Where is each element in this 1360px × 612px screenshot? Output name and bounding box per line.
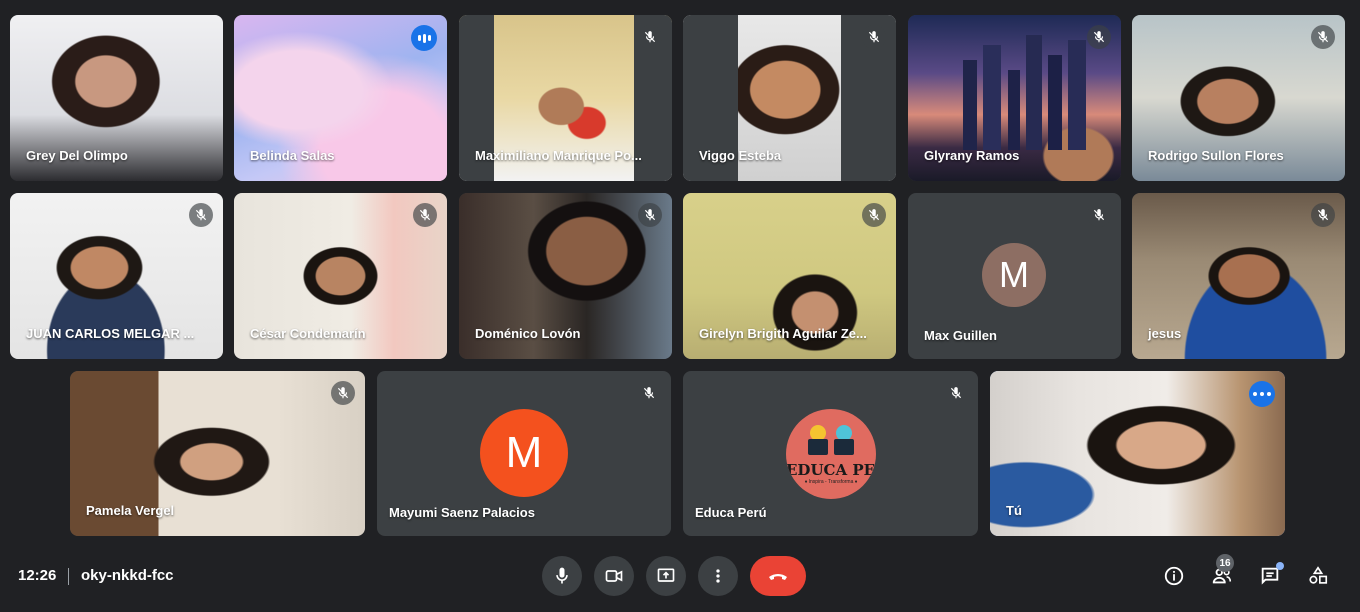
participant-name: Grey Del Olimpo bbox=[26, 148, 128, 163]
mic-icon bbox=[556, 567, 568, 584]
participant-tile-educa-peru[interactable]: EDUCA PERÚ ♦ Inspira - Transforma ♦ Educ… bbox=[683, 371, 978, 536]
participant-video bbox=[990, 371, 1285, 536]
educa-peru-logo: EDUCA PERÚ ♦ Inspira - Transforma ♦ bbox=[786, 409, 876, 499]
participant-name: Max Guillen bbox=[924, 328, 997, 343]
participant-tile-mayumi-saenz[interactable]: M Mayumi Saenz Palacios bbox=[377, 371, 671, 536]
participant-name: César Condemarín bbox=[250, 326, 366, 341]
logo-subtext: ♦ Inspira - Transforma ♦ bbox=[804, 479, 858, 485]
mic-button[interactable] bbox=[542, 556, 582, 596]
meeting-details-button[interactable] bbox=[1160, 562, 1188, 590]
chat-button[interactable] bbox=[1256, 562, 1284, 590]
participant-name: JUAN CARLOS MELGAR ... bbox=[26, 326, 195, 341]
more-vertical-icon bbox=[716, 569, 720, 583]
participant-tile-maximiliano[interactable]: Maximiliano Manrique Po... bbox=[459, 15, 672, 181]
mic-muted-icon bbox=[638, 203, 662, 227]
end-call-icon bbox=[769, 574, 787, 580]
mic-muted-icon bbox=[944, 381, 968, 405]
participant-tile-grey-del-olimpo[interactable]: Grey Del Olimpo bbox=[10, 15, 223, 181]
clock: 12:26 bbox=[18, 567, 57, 584]
mic-muted-icon bbox=[413, 203, 437, 227]
present-screen-icon bbox=[657, 568, 675, 582]
camera-button[interactable] bbox=[594, 556, 634, 596]
mic-muted-icon bbox=[862, 25, 886, 49]
participant-tile-girelyn-aguilar[interactable]: Girelyn Brigith Aguilar Ze... bbox=[683, 193, 896, 359]
present-button[interactable] bbox=[646, 556, 686, 596]
participant-tile-glyrany-ramos[interactable]: Glyrany Ramos bbox=[908, 15, 1121, 181]
participant-tile-rodrigo-sullon[interactable]: Rodrigo Sullon Flores bbox=[1132, 15, 1345, 181]
participant-tile-belinda-salas[interactable]: Belinda Salas bbox=[234, 15, 447, 181]
participant-tile-juan-carlos-melgar[interactable]: JUAN CARLOS MELGAR ... bbox=[10, 193, 223, 359]
participant-name: Viggo Esteba bbox=[699, 148, 782, 163]
mic-muted-icon bbox=[1311, 203, 1335, 227]
mic-muted-icon bbox=[638, 25, 662, 49]
participant-name: Glyrany Ramos bbox=[924, 148, 1020, 163]
mic-muted-icon bbox=[1311, 25, 1335, 49]
avatar: M bbox=[982, 243, 1046, 307]
end-call-button[interactable] bbox=[750, 556, 806, 596]
participant-tile-jesus[interactable]: jesus bbox=[1132, 193, 1345, 359]
mic-muted-icon bbox=[189, 203, 213, 227]
info-icon bbox=[1164, 566, 1184, 586]
avatar: M bbox=[480, 409, 568, 497]
participant-tile-pamela-vergel[interactable]: Pamela Vergel bbox=[70, 371, 365, 536]
people-count-badge: 16 bbox=[1216, 554, 1234, 572]
logo-text: EDUCA PERÚ bbox=[786, 461, 876, 479]
camera-icon bbox=[605, 570, 623, 582]
participant-name: Tú bbox=[1006, 503, 1022, 518]
participant-name: Educa Perú bbox=[695, 505, 767, 520]
more-options-icon[interactable] bbox=[1249, 381, 1275, 407]
participant-name: Girelyn Brigith Aguilar Ze... bbox=[699, 326, 867, 341]
meeting-code: oky-nkkd-fcc bbox=[81, 567, 174, 584]
participant-tile-max-guillen[interactable]: M Max Guillen bbox=[908, 193, 1121, 359]
mic-muted-icon bbox=[862, 203, 886, 227]
participant-tile-cesar-condemarin[interactable]: César Condemarín bbox=[234, 193, 447, 359]
more-options-button[interactable] bbox=[698, 556, 738, 596]
participant-tile-viggo-esteba[interactable]: Viggo Esteba bbox=[683, 15, 896, 181]
participant-name: Pamela Vergel bbox=[86, 503, 175, 518]
activities-icon bbox=[1309, 566, 1328, 584]
mic-muted-icon bbox=[1087, 203, 1111, 227]
participant-tile-domenico-lovon[interactable]: Doménico Lovón bbox=[459, 193, 672, 359]
participant-name: Mayumi Saenz Palacios bbox=[389, 505, 535, 520]
chat-notification-dot bbox=[1276, 562, 1284, 570]
divider bbox=[68, 568, 69, 585]
participant-name: jesus bbox=[1148, 326, 1182, 341]
participant-tile-self[interactable]: Tú bbox=[990, 371, 1285, 536]
mic-muted-icon bbox=[331, 381, 355, 405]
mic-muted-icon bbox=[637, 381, 661, 405]
participant-name: Belinda Salas bbox=[250, 148, 335, 163]
participant-name: Maximiliano Manrique Po... bbox=[475, 148, 642, 163]
bottom-bar: 12:26 oky-nkkd-fcc 16 bbox=[0, 548, 1360, 612]
mic-muted-icon bbox=[1087, 25, 1111, 49]
activities-button[interactable] bbox=[1304, 562, 1332, 590]
participant-name: Doménico Lovón bbox=[475, 326, 581, 341]
people-button[interactable]: 16 bbox=[1208, 554, 1236, 590]
speaking-indicator-icon bbox=[411, 25, 437, 51]
participant-name: Rodrigo Sullon Flores bbox=[1148, 148, 1284, 163]
